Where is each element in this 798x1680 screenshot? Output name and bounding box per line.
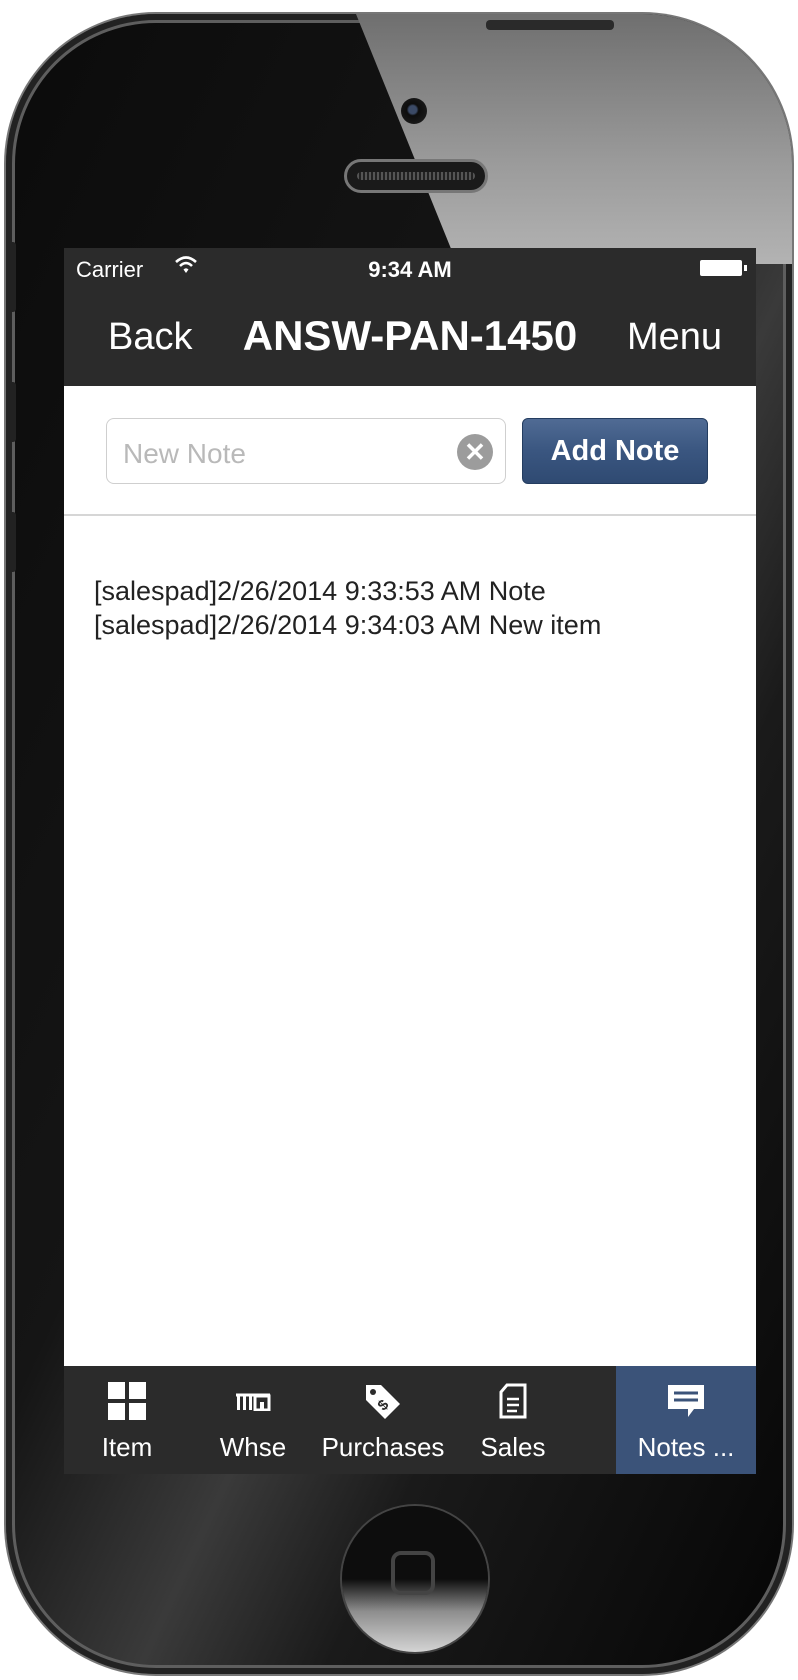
navigation-bar: Back ANSW-PAN-1450 Menu	[64, 288, 756, 386]
status-bar: Carrier 9:34 AM	[64, 248, 756, 288]
home-square-icon	[391, 1551, 435, 1595]
new-note-placeholder: New Note	[123, 438, 246, 469]
tab-whse-label: Whse	[219, 1432, 287, 1462]
tab-purchases[interactable]: $ Purchases	[316, 1366, 450, 1474]
document-icon	[450, 1380, 576, 1422]
note-entry: [salespad]2/26/2014 9:34:03 AM New item	[94, 610, 602, 640]
earpiece-speaker	[344, 159, 488, 193]
tab-notes-label: Notes ...	[637, 1432, 735, 1462]
volume-down-button	[6, 512, 16, 572]
tab-item-label: Item	[101, 1432, 153, 1462]
comment-icon	[616, 1380, 756, 1422]
notes-list: [salespad]2/26/2014 9:33:53 AM Note [sal…	[94, 574, 601, 642]
divider	[64, 514, 756, 516]
tab-whse[interactable]: Whse	[190, 1366, 316, 1474]
add-note-button[interactable]: Add Note	[522, 418, 708, 484]
tab-sales-label: Sales	[480, 1432, 546, 1462]
tab-notes[interactable]: Notes ...	[616, 1366, 756, 1474]
warehouse-icon	[190, 1380, 316, 1422]
new-note-input[interactable]: New Note ✕	[106, 418, 506, 484]
front-camera	[401, 98, 427, 124]
home-button[interactable]	[342, 1506, 488, 1652]
power-button	[486, 20, 614, 30]
clear-icon[interactable]: ✕	[457, 434, 493, 470]
tab-purchases-label: Purchases	[321, 1432, 445, 1462]
tab-item[interactable]: Item	[64, 1366, 190, 1474]
note-entry: [salespad]2/26/2014 9:33:53 AM Note	[94, 576, 546, 606]
grid-icon	[64, 1380, 190, 1422]
status-time: 9:34 AM	[368, 257, 452, 282]
app-screen: Carrier 9:34 AM Back ANSW-PAN-1450 Menu …	[64, 248, 756, 1474]
battery-icon	[700, 260, 747, 276]
menu-button[interactable]: Menu	[627, 316, 722, 359]
price-tag-icon: $	[316, 1380, 450, 1422]
mute-switch	[6, 242, 16, 312]
glass-glare	[356, 14, 792, 264]
volume-up-button	[6, 382, 16, 442]
tab-bar: Item Whse $ Purchases Sales Notes ...	[64, 1366, 756, 1474]
tab-sales[interactable]: Sales	[450, 1366, 576, 1474]
